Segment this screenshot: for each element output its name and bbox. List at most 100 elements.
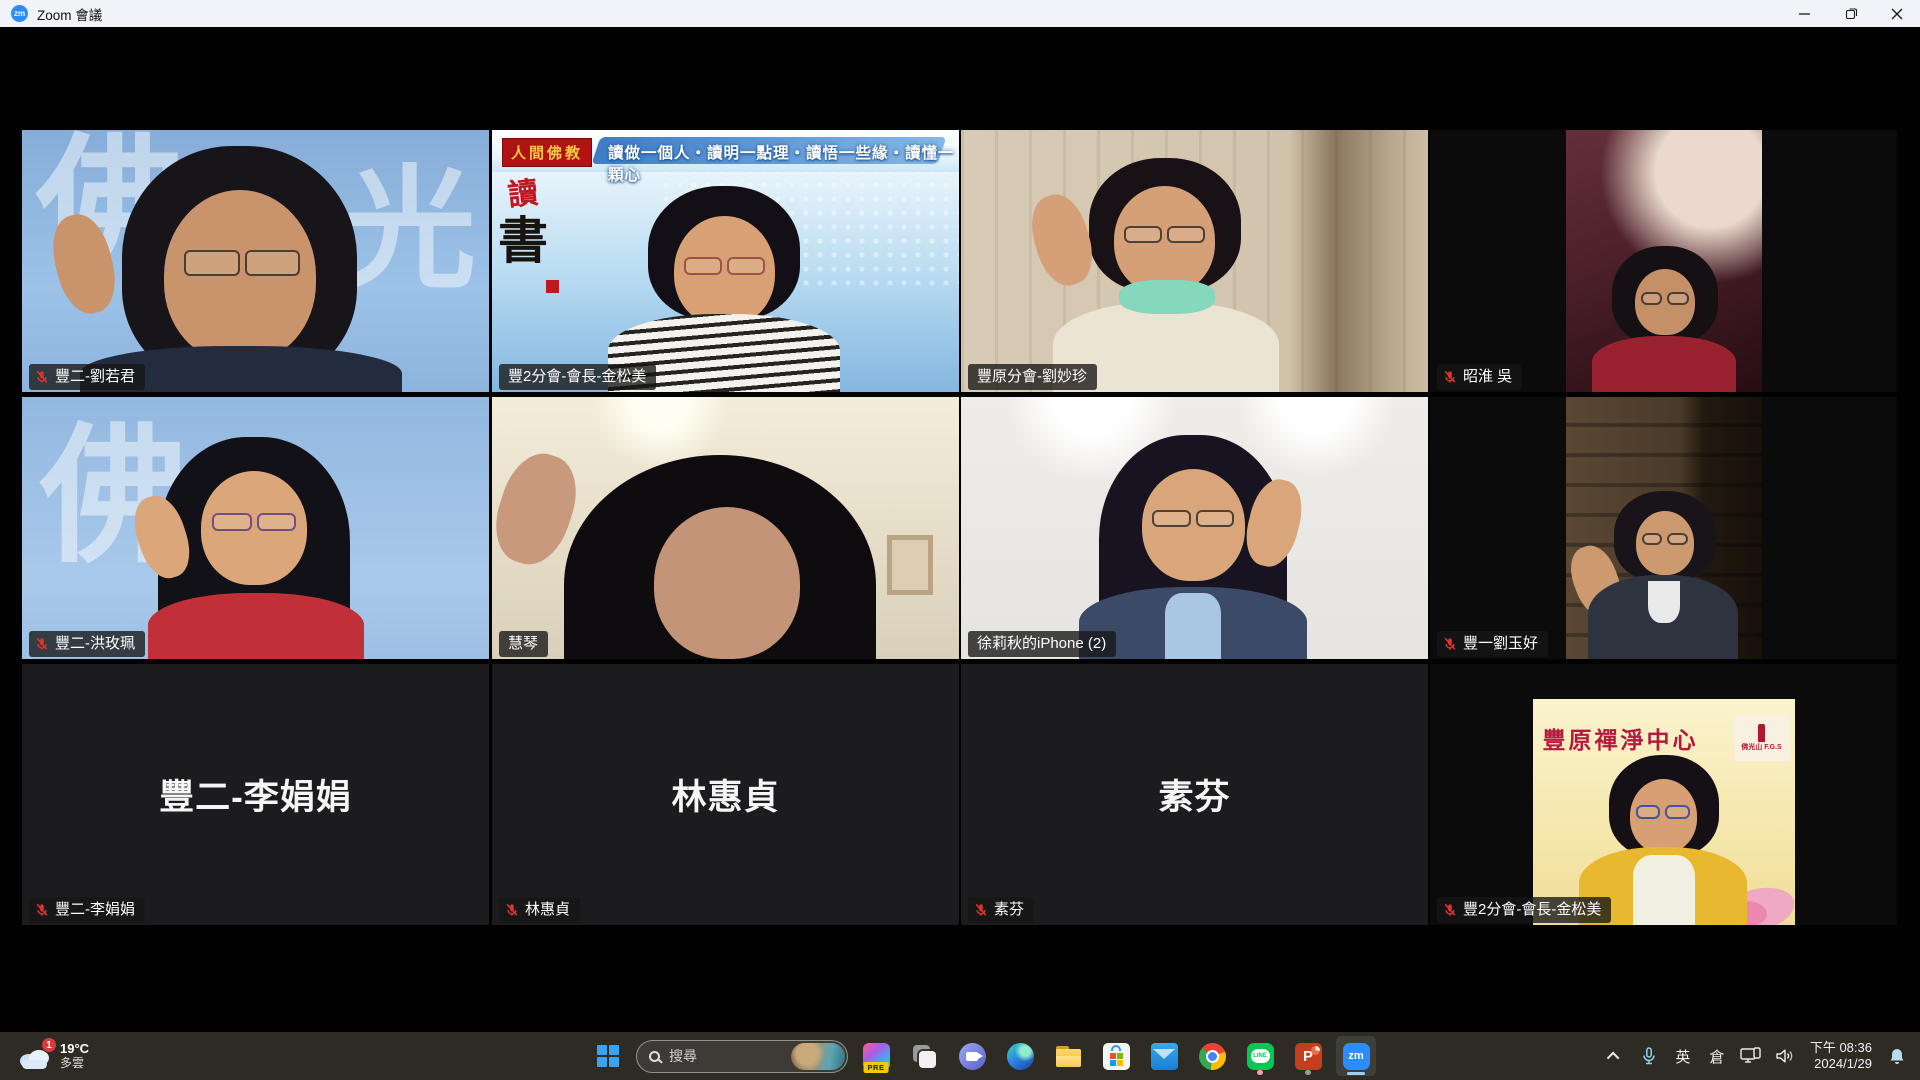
- glasses: [1152, 510, 1234, 527]
- shirt-collar: [1648, 581, 1680, 623]
- ime-language-label: 英: [1675, 1046, 1690, 1067]
- weather-temperature: 19°C: [60, 1041, 89, 1056]
- banner-brand: 人間佛教: [502, 138, 592, 167]
- participant-name: 豐一劉玉好: [1463, 636, 1538, 651]
- avatar-body: [1592, 336, 1736, 392]
- window-title: Zoom 會議: [37, 4, 102, 24]
- video-tile-11[interactable]: 素芬 素芬: [961, 664, 1428, 925]
- video-tile-12[interactable]: 豐原禪淨中心 佛光山 F.G.S 豐2分會-會長-金松美: [1430, 664, 1897, 925]
- participant-name-label: 豐原分會-劉妙珍: [968, 364, 1097, 390]
- participant-video: [961, 130, 1428, 392]
- microphone-icon: [1641, 1047, 1657, 1065]
- start-button[interactable]: [588, 1036, 628, 1076]
- volume-button[interactable]: [1770, 1036, 1800, 1076]
- video-tile-10[interactable]: 林惠貞 林惠貞: [492, 664, 959, 925]
- bell-icon: [1888, 1047, 1906, 1065]
- mic-in-use-indicator[interactable]: [1634, 1036, 1664, 1076]
- notification-badge: 1: [41, 1037, 57, 1053]
- participant-name: 徐莉秋的iPhone (2): [977, 636, 1106, 651]
- participant-video: [1566, 130, 1762, 392]
- edge-icon: [1007, 1043, 1034, 1070]
- clock-date: 2024/1/29: [1810, 1056, 1872, 1072]
- taskbar: 1 19°C 多雲 PRE: [0, 1032, 1920, 1080]
- screen: zm Zoom 會議 佛: [0, 0, 1920, 1080]
- calligraphy-character: 讀: [507, 179, 540, 212]
- participant-name: 昭淮 吳: [1463, 369, 1512, 384]
- avatar-face: [164, 190, 316, 362]
- banner-slogan: 讀做一個人・讀明一點理・讀悟一些緣・讀懂一顆心: [608, 141, 959, 185]
- copilot-button[interactable]: PRE: [856, 1036, 896, 1076]
- participant-name: 豐原分會-劉妙珍: [977, 369, 1087, 384]
- ime-mode-label: 倉: [1709, 1046, 1724, 1067]
- network-devices-button[interactable]: [1736, 1036, 1766, 1076]
- video-tile-2[interactable]: 人間佛教 讀做一個人・讀明一點理・讀悟一些緣・讀懂一顆心 讀 書 豐2分會-會長…: [492, 130, 959, 392]
- glasses: [1641, 292, 1689, 305]
- fgs-logo-text: 佛光山 F.G.S: [1741, 744, 1781, 752]
- avatar-face: [654, 507, 800, 659]
- video-tile-6[interactable]: 慧琴: [492, 397, 959, 659]
- video-tile-4[interactable]: 昭淮 吳: [1430, 130, 1897, 392]
- task-view-button[interactable]: [904, 1036, 944, 1076]
- inner-shirt: [1633, 855, 1695, 925]
- participant-name-label: 豐2分會-會長-金松美: [499, 364, 656, 390]
- glasses: [184, 250, 300, 276]
- copilot-icon: PRE: [863, 1043, 890, 1070]
- mic-muted-icon: [1443, 903, 1457, 917]
- participant-name: 豐二-洪玫珮: [55, 636, 135, 651]
- search-box[interactable]: [636, 1040, 848, 1073]
- participant-name-label: 昭淮 吳: [1437, 364, 1522, 390]
- notification-center-button[interactable]: [1882, 1036, 1912, 1076]
- powerpoint-button[interactable]: P: [1288, 1036, 1328, 1076]
- mic-muted-icon: [1443, 370, 1457, 384]
- video-chat-icon: [959, 1043, 986, 1070]
- mic-muted-icon: [1443, 637, 1457, 651]
- close-icon: [1891, 8, 1903, 20]
- restore-button[interactable]: [1828, 0, 1874, 27]
- microsoft-store-button[interactable]: [1096, 1036, 1136, 1076]
- participant-name: 素芬: [994, 902, 1024, 917]
- video-tile-9[interactable]: 豐二-李娟娟 豐二-李娟娟: [22, 664, 489, 925]
- avatar-hand: [1023, 188, 1100, 291]
- bing-daily-image: [791, 1043, 845, 1070]
- line-button[interactable]: LINE: [1240, 1036, 1280, 1076]
- video-tile-1[interactable]: 佛 光 豐二-劉若君: [22, 130, 489, 392]
- line-icon-label: LINE: [1251, 1049, 1270, 1063]
- pc-and-phone-icon: [1740, 1047, 1762, 1065]
- participant-video: [961, 397, 1428, 659]
- weather-widget[interactable]: 1 19°C 多雲: [10, 1036, 95, 1076]
- video-tile-5[interactable]: 佛 豐二-洪玫珮: [22, 397, 489, 659]
- search-input[interactable]: [669, 1048, 769, 1064]
- close-button[interactable]: [1874, 0, 1920, 27]
- participant-video: 人間佛教 讀做一個人・讀明一點理・讀悟一些緣・讀懂一顆心 讀 書: [492, 130, 959, 392]
- clock[interactable]: 下午 08:36 2024/1/29: [1804, 1040, 1878, 1072]
- picture-frame: [887, 535, 933, 595]
- chrome-icon: [1199, 1043, 1226, 1070]
- participant-display-name: 豐二-李娟娟: [159, 769, 352, 820]
- video-tile-7[interactable]: 徐莉秋的iPhone (2): [961, 397, 1428, 659]
- window-titlebar: zm Zoom 會議: [0, 0, 1920, 27]
- mic-muted-icon: [974, 903, 988, 917]
- participant-display-name: 素芬: [1158, 769, 1230, 820]
- chevron-up-icon: [1607, 1051, 1620, 1064]
- file-explorer-button[interactable]: [1048, 1036, 1088, 1076]
- tray-overflow-button[interactable]: [1600, 1036, 1630, 1076]
- video-tile-3[interactable]: 豐原分會-劉妙珍: [961, 130, 1428, 392]
- edge-button[interactable]: [1000, 1036, 1040, 1076]
- zoom-icon-label: zm: [1348, 1050, 1363, 1062]
- video-tile-8[interactable]: 豐一劉玉好: [1430, 397, 1897, 659]
- zoom-taskbar-button[interactable]: zm: [1336, 1036, 1376, 1076]
- participant-name: 豐2分會-會長-金松美: [508, 369, 646, 384]
- ime-mode-button[interactable]: 倉: [1702, 1036, 1732, 1076]
- powerpoint-icon: P: [1295, 1043, 1322, 1070]
- glasses: [1642, 533, 1688, 545]
- chat-button[interactable]: [952, 1036, 992, 1076]
- mail-button[interactable]: [1144, 1036, 1184, 1076]
- participant-name-label: 豐2分會-會長-金松美: [1437, 897, 1611, 923]
- chrome-button[interactable]: [1192, 1036, 1232, 1076]
- ime-language-button[interactable]: 英: [1668, 1036, 1698, 1076]
- participant-video: 豐原禪淨中心 佛光山 F.G.S: [1533, 699, 1795, 925]
- minimize-button[interactable]: [1782, 0, 1828, 27]
- line-icon: LINE: [1247, 1043, 1274, 1070]
- participant-name-label: 豐二-劉若君: [29, 364, 145, 390]
- virtual-bg-character: 光: [344, 164, 476, 296]
